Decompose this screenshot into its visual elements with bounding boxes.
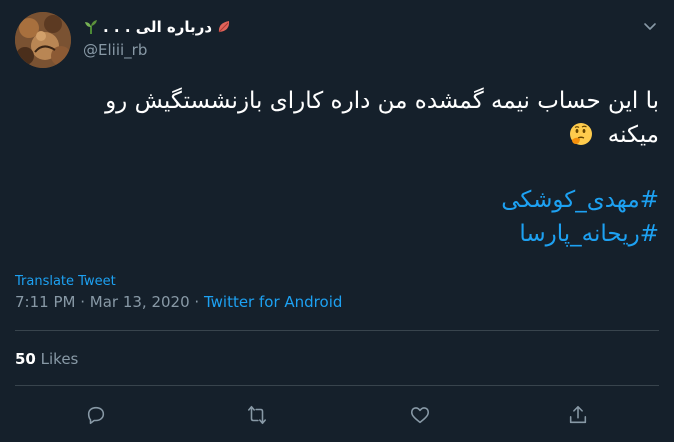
translate-tweet-link[interactable]: Translate Tweet [15, 274, 116, 289]
tweet-source-link[interactable]: Twitter for Android [204, 293, 342, 311]
tweet-meta: 7:11 PM · Mar 13, 2020 · Twitter for And… [15, 293, 342, 311]
chevron-down-icon[interactable] [640, 16, 660, 36]
like-button[interactable] [405, 400, 435, 430]
reply-button[interactable] [81, 400, 111, 430]
author-display-name: درباره الی . . . [103, 18, 213, 36]
meta-separator: · [189, 293, 204, 311]
share-button[interactable] [563, 400, 593, 430]
tweet-text-word: میکنه [607, 122, 659, 148]
retweet-icon [247, 405, 267, 425]
likes-label: Likes [35, 350, 79, 368]
author-handle[interactable]: @Eliii_rb [83, 41, 147, 59]
hashtag-list: #مهدی_کوشکی #ریحانه_پارسا [19, 183, 659, 251]
leaf-icon [216, 19, 232, 35]
tweet-text-line-2: میکنه [19, 118, 659, 152]
share-icon [569, 405, 587, 424]
thinking-face-icon [568, 121, 594, 147]
hashtag-link[interactable]: #ریحانه_پارسا [19, 217, 659, 251]
avatar-image [15, 12, 71, 68]
tweet-text: با این حساب نیمه گمشده من داره کارای باز… [19, 84, 659, 152]
likes-stat[interactable]: 50 Likes [15, 350, 78, 368]
hashtag-link[interactable]: #مهدی_کوشکی [19, 183, 659, 217]
reply-icon [87, 406, 105, 425]
sprout-icon [83, 19, 99, 35]
divider [15, 330, 659, 331]
retweet-button[interactable] [242, 400, 272, 430]
likes-count: 50 [15, 350, 36, 368]
divider [15, 385, 659, 386]
tweet-card: درباره الی . . . @Eliii_rb با این حساب ن… [0, 0, 674, 442]
meta-separator: · [75, 293, 90, 311]
tweet-time[interactable]: 7:11 PM [15, 293, 75, 311]
author-name-row[interactable]: درباره الی . . . [83, 16, 232, 38]
tweet-text-line: با این حساب نیمه گمشده من داره کارای باز… [105, 88, 659, 114]
like-icon [410, 407, 430, 424]
tweet-date[interactable]: Mar 13, 2020 [90, 293, 190, 311]
tweet-actions [0, 400, 674, 430]
avatar[interactable] [15, 12, 71, 68]
